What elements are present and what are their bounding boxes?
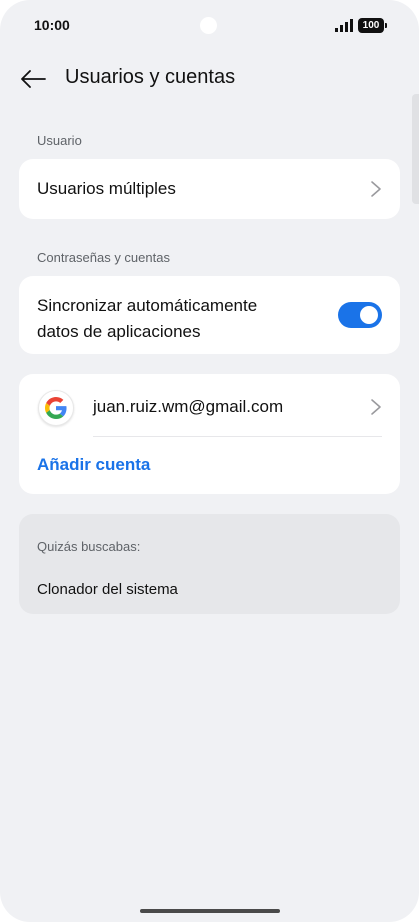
chevron-right-icon — [371, 181, 381, 197]
divider — [93, 436, 382, 437]
suggestions-label: Quizás buscabas: — [37, 539, 141, 554]
multiple-users-row[interactable]: Usuarios múltiples — [19, 159, 400, 219]
add-account-button[interactable]: Añadir cuenta — [37, 455, 150, 475]
battery-icon: 100 — [358, 18, 387, 33]
section-label-user: Usuario — [37, 133, 82, 148]
multiple-users-label: Usuarios múltiples — [37, 179, 176, 198]
chevron-right-icon — [371, 399, 381, 415]
phone-screen: 10:00 100 Usuarios y cuentas Usuario Usu… — [0, 0, 419, 922]
account-email: juan.ruiz.wm@gmail.com — [93, 397, 284, 416]
auto-sync-label: Sincronizar automáticamente datos de apl… — [37, 293, 257, 345]
scrollbar[interactable] — [412, 94, 419, 204]
google-logo-icon — [38, 390, 74, 426]
header: Usuarios y cuentas — [0, 60, 419, 96]
auto-sync-label-line2: datos de aplicaciones — [37, 322, 201, 341]
arrow-left-icon — [21, 70, 46, 88]
suggestions-card: Quizás buscabas: Clonador del sistema — [19, 514, 400, 614]
google-account-row[interactable]: juan.ruiz.wm@gmail.com — [19, 374, 400, 436]
google-g-glyph — [45, 397, 67, 419]
suggestion-item[interactable]: Clonador del sistema — [37, 581, 178, 598]
back-button[interactable] — [16, 62, 50, 96]
section-label-passwords: Contraseñas y cuentas — [37, 250, 170, 265]
status-bar: 10:00 100 — [0, 0, 419, 54]
auto-sync-toggle[interactable] — [338, 302, 382, 328]
signal-icon — [335, 19, 353, 32]
toggle-knob — [360, 306, 378, 324]
auto-sync-row[interactable]: Sincronizar automáticamente datos de apl… — [19, 276, 400, 354]
page-title: Usuarios y cuentas — [65, 66, 236, 88]
front-camera — [200, 17, 217, 34]
status-time: 10:00 — [34, 17, 70, 33]
auto-sync-label-line1: Sincronizar automáticamente — [37, 296, 258, 315]
home-indicator[interactable] — [140, 909, 280, 913]
accounts-card: juan.ruiz.wm@gmail.com Añadir cuenta — [19, 374, 400, 494]
